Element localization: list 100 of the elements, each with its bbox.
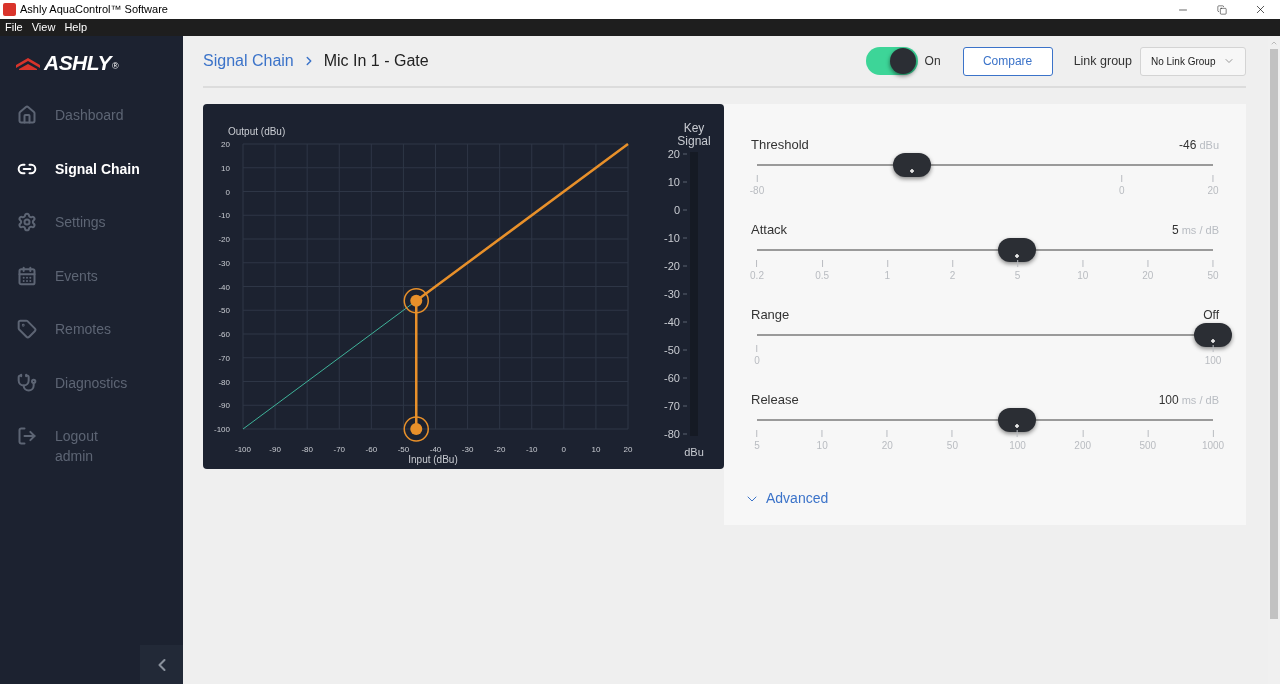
y-tick-label: -20 [218,235,230,244]
y-tick-label: 20 [221,140,230,149]
x-tick-label: -40 [429,445,442,454]
meter-tick-label: 20 [667,148,680,160]
calendar-icon [17,265,37,286]
x-tick-label: 20 [623,445,633,454]
slider-value: 5 [1172,222,1179,239]
tick-label: 50 [1207,270,1219,282]
nav-item[interactable]: Events [0,248,183,302]
stethoscope-icon [17,372,37,393]
x-tick-label: -70 [333,445,346,454]
tick-label: 10 [1077,270,1089,282]
nav-label: Logout [55,427,98,446]
restore-icon [1216,4,1227,15]
nav-item[interactable]: Signal Chain [0,141,183,195]
power-label: On [924,53,941,70]
compare-button[interactable]: Compare [962,46,1053,76]
breadcrumb-link[interactable]: Signal Chain [203,49,294,73]
tag-icon [17,319,37,339]
meter-unit: dBu [684,445,704,460]
home-icon [17,105,37,125]
slider-label: Attack [751,220,788,239]
nav-sublabel: admin [55,447,95,466]
meter-tick-label: -20 [664,260,680,272]
close-icon [1254,3,1267,16]
tick-label: 0.2 [750,270,764,282]
y-tick-label: -30 [218,258,230,268]
y-tick-label: -100 [214,425,230,434]
y-tick-label: 10 [221,163,230,173]
advanced-toggle[interactable]: Advanced [744,488,1219,509]
slider-label: Threshold [751,135,809,154]
nav-item[interactable]: Remotes [0,302,183,356]
meter-tick-label: -80 [664,428,680,440]
x-tick-label: -60 [365,445,378,454]
nav-item[interactable]: Diagnostics [0,355,183,409]
gate-handles-drawing[interactable] [403,288,429,442]
meter-title: Key Signal [676,122,712,148]
x-tick-label: -20 [493,445,506,454]
slider-thumb[interactable] [1194,323,1232,347]
logout-icon [17,426,37,446]
slider-label: Range [751,305,790,324]
nav-item[interactable]: Dashboard [0,88,183,142]
tick-label: 5 [1014,270,1021,282]
tick-label: 100 [1204,355,1222,367]
x-tick-label: -90 [269,445,281,454]
slider-unit: ms / dB [1181,223,1219,238]
menu-item[interactable]: File [5,19,23,36]
meter-tick-label: 10 [667,176,680,188]
meter-tick-label: -10 [664,232,680,244]
tick-label: 20 [1142,270,1154,282]
tick-label: 5 [754,440,760,452]
slider-thumb[interactable] [997,238,1036,262]
page-title: Mic In 1 - Gate [323,51,429,71]
meter-tick-label: -60 [664,372,680,384]
meter-tick-label: -50 [664,344,680,356]
nav-label: Settings [55,213,106,232]
window-title: Ashly AquaControl™ Software [20,2,168,18]
y-tick-label: -40 [218,282,230,292]
y-tick-label: -90 [218,401,230,411]
slider-value: -46 [1179,137,1197,154]
x-tick-label: -80 [301,445,313,454]
menu-item[interactable]: View [31,19,56,36]
slider-unit: ms / dB [1181,393,1219,408]
x-tick-label: 10 [591,445,601,454]
slider-thumb[interactable] [893,153,932,177]
tick-label: 1 [884,270,891,282]
link-group-select[interactable]: No Link Group [1140,46,1246,76]
registered-mark: ® [112,61,119,74]
x-tick-label: -50 [397,445,410,454]
y-tick-label: -80 [218,377,230,387]
slider-thumb[interactable] [997,408,1036,432]
slider-value: 100 [1158,392,1179,409]
link-group-label: Link group [1073,52,1132,70]
x-axis-title: Input (dBu) [408,454,458,465]
y-tick-label: -50 [218,306,230,316]
nav-label: Dashboard [55,106,124,125]
tick-label: 500 [1139,440,1157,452]
slider-label: Release [751,390,799,409]
nav-label: Diagnostics [55,373,128,393]
nav-label: Remotes [55,320,112,339]
tick-label: 20 [1207,185,1219,197]
meter-tick-label: 0 [673,204,680,216]
power-toggle[interactable] [865,47,918,75]
nav-item[interactable]: Settings [0,195,183,249]
tick-label: 0.5 [815,270,830,282]
gear-icon [17,212,37,232]
menu-item[interactable]: Help [64,19,87,36]
meter-tick-label: -40 [664,316,680,328]
app-icon [3,3,16,16]
meter-tick-label: -70 [664,400,680,412]
slider-unit: dBu [1199,138,1219,153]
y-tick-label: -60 [218,330,230,339]
y-axis-title: Output (dBu) [228,126,286,137]
x-tick-label: -100 [235,445,251,454]
x-tick-label: 0 [561,445,567,454]
y-tick-label: 0 [225,187,230,197]
nav-item[interactable]: Logout admin [0,409,183,463]
meter-tick-label: -30 [664,288,680,300]
logo-icon [16,56,40,70]
scrollbar-thumb[interactable] [1270,49,1278,619]
